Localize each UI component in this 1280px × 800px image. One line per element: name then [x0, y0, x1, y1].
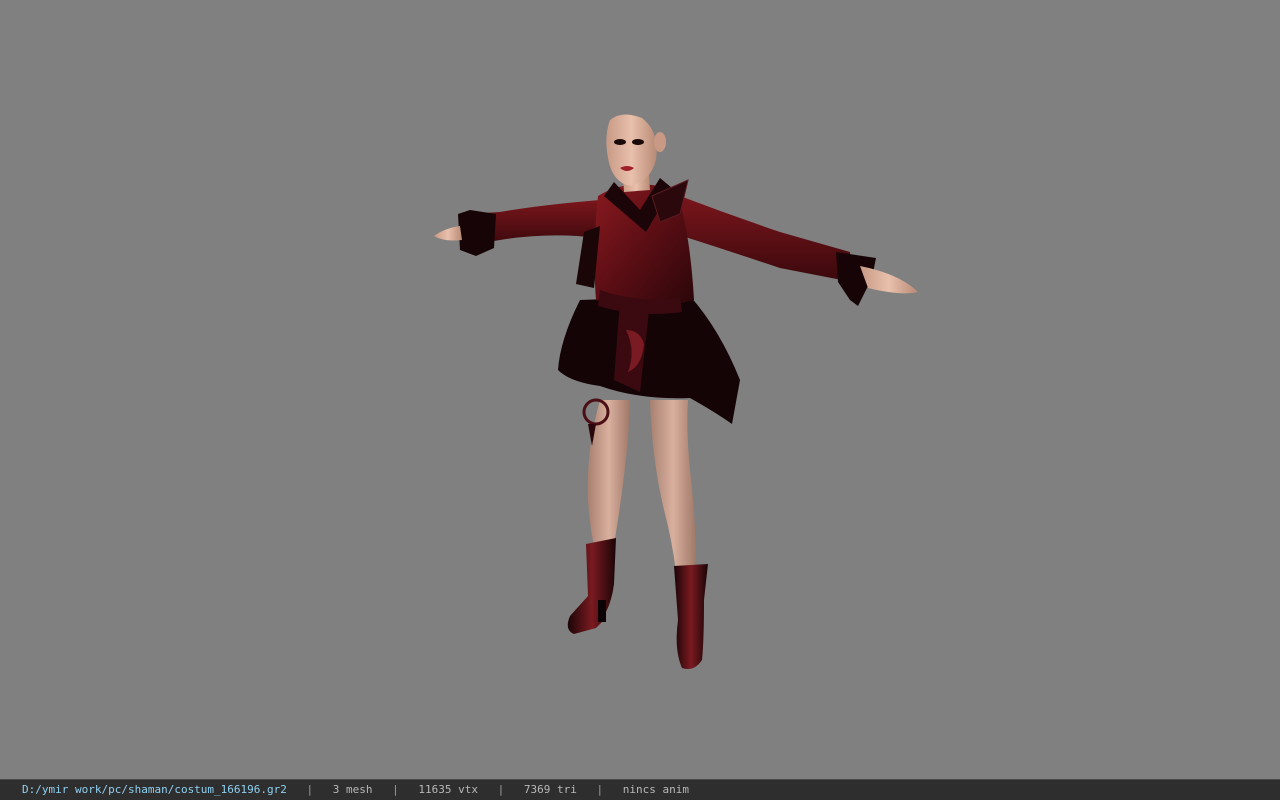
separator: | — [497, 783, 505, 796]
triangle-count-label: 7369 tri — [523, 783, 577, 796]
right-boot — [674, 564, 708, 669]
left-sleeve-cuff — [458, 210, 496, 256]
head — [606, 114, 657, 186]
left-hand — [434, 226, 462, 241]
right-leg — [650, 400, 696, 572]
animation-status-label: nincs anim — [622, 783, 689, 796]
character-model[interactable] — [0, 0, 1280, 779]
vertex-count-label: 11635 vtx — [418, 783, 479, 796]
status-bar: D:/ymir work/pc/shaman/costum_166196.gr2… — [0, 779, 1280, 800]
separator: | — [306, 783, 314, 796]
separator: | — [596, 783, 604, 796]
mesh-count-label: 3 mesh — [332, 783, 373, 796]
left-boot — [567, 538, 616, 634]
right-eye — [632, 139, 644, 145]
left-eye — [614, 139, 626, 145]
left-boot-heel — [598, 600, 606, 622]
separator: | — [392, 783, 399, 796]
right-arm — [676, 196, 852, 282]
file-path-label: D:/ymir work/pc/shaman/costum_166196.gr2 — [22, 783, 287, 796]
3d-viewport[interactable] — [0, 0, 1280, 779]
right-hand — [860, 266, 918, 294]
ear — [654, 132, 666, 152]
